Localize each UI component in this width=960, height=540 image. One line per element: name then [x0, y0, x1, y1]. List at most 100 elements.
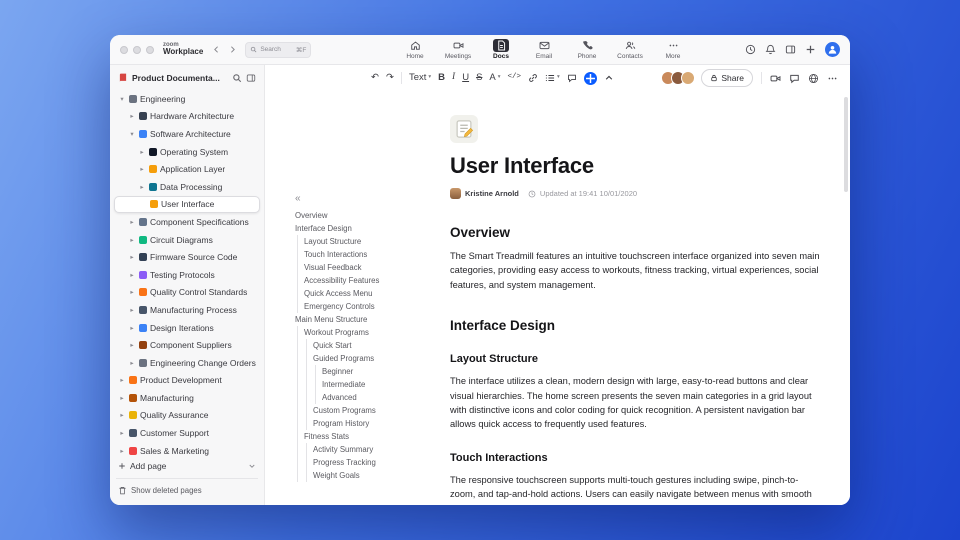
outline-item[interactable]: Beginner: [295, 365, 450, 378]
globe-button[interactable]: [808, 73, 819, 84]
text-color-button[interactable]: A ▾: [489, 73, 500, 83]
tree-item[interactable]: ▸ Customer Support: [114, 424, 260, 442]
outline-item[interactable]: Workout Programs: [295, 326, 450, 339]
nav-tab-email[interactable]: Email: [527, 39, 561, 60]
outline-item[interactable]: Progress Tracking: [295, 456, 450, 469]
text-style-button[interactable]: Text ▾: [409, 73, 431, 83]
tree-item[interactable]: ▸ Product Development: [114, 372, 260, 390]
underline-button[interactable]: U: [462, 73, 469, 83]
tree-item[interactable]: ▸ Data Processing: [114, 178, 260, 196]
show-deleted-pages-button[interactable]: Show deleted pages: [116, 482, 258, 498]
tree-item[interactable]: ▸ Application Layer: [114, 160, 260, 178]
minimize-button[interactable]: [133, 45, 141, 54]
chevron-right-icon[interactable]: ▸: [128, 218, 136, 226]
sidebar-search-icon[interactable]: [232, 73, 242, 83]
nav-tab-meetings[interactable]: Meetings: [441, 39, 475, 60]
doc-emoji-icon[interactable]: [450, 115, 478, 143]
search-input[interactable]: Search ⌘F: [245, 41, 312, 58]
plus-button[interactable]: [805, 44, 816, 55]
chevron-right-icon[interactable]: ▸: [128, 359, 136, 367]
outline-item[interactable]: Intermediate: [295, 378, 450, 391]
outline-item[interactable]: Quick Access Menu: [295, 287, 450, 300]
chevron-right-icon[interactable]: ▸: [118, 376, 126, 384]
maximize-button[interactable]: [146, 45, 154, 54]
tree-item[interactable]: User Interface: [114, 195, 260, 214]
chevron-right-icon[interactable]: ▸: [128, 288, 136, 296]
user-avatar[interactable]: [825, 42, 840, 57]
back-button[interactable]: [212, 45, 221, 54]
outline-item[interactable]: Guided Programs: [295, 352, 450, 365]
chevron-right-icon[interactable]: ▸: [128, 112, 136, 120]
chevron-right-icon[interactable]: ▸: [118, 447, 126, 455]
nav-tab-home[interactable]: Home: [398, 39, 432, 60]
chat-button[interactable]: [789, 73, 800, 84]
chevron-right-icon[interactable]: ▸: [118, 429, 126, 437]
collapse-toolbar-button[interactable]: [604, 73, 614, 83]
collaborator-avatar[interactable]: [681, 71, 696, 85]
chevron-right-icon[interactable]: ▸: [128, 271, 136, 279]
outline-item[interactable]: Layout Structure: [295, 235, 450, 248]
outline-item[interactable]: Custom Programs: [295, 404, 450, 417]
chevron-right-icon[interactable]: ▸: [128, 236, 136, 244]
chevron-right-icon[interactable]: ▸: [128, 253, 136, 261]
bold-button[interactable]: B: [438, 73, 445, 83]
strikethrough-button[interactable]: S: [476, 73, 482, 83]
nav-tab-docs[interactable]: Docs: [484, 39, 518, 60]
tree-item[interactable]: ▸ Operating System: [114, 143, 260, 161]
outline-item[interactable]: Main Menu Structure: [295, 313, 450, 326]
nav-tab-phone[interactable]: Phone: [570, 39, 604, 60]
share-button[interactable]: Share: [701, 69, 753, 87]
bell-button[interactable]: [765, 44, 776, 55]
tree-item[interactable]: ▸ Design Iterations: [114, 319, 260, 337]
tree-item[interactable]: ▸ Circuit Diagrams: [114, 231, 260, 249]
outline-item[interactable]: Overview: [295, 209, 450, 222]
outline-item[interactable]: Touch Interactions: [295, 248, 450, 261]
chevron-right-icon[interactable]: ▸: [128, 341, 136, 349]
undo-button[interactable]: ↶: [371, 73, 379, 83]
chevron-right-icon[interactable]: ▸: [138, 165, 146, 173]
chevron-right-icon[interactable]: ▸: [128, 324, 136, 332]
tree-item[interactable]: ▾ Engineering: [114, 90, 260, 108]
tree-item[interactable]: ▸ Manufacturing: [114, 389, 260, 407]
chevron-right-icon[interactable]: ▸: [138, 148, 146, 156]
chevron-right-icon[interactable]: ▸: [138, 183, 146, 191]
outline-item[interactable]: Quick Start: [295, 339, 450, 352]
outline-item[interactable]: Advanced: [295, 391, 450, 404]
tree-item[interactable]: ▾ Software Architecture: [114, 125, 260, 143]
tree-item[interactable]: ▸ Quality Assurance: [114, 407, 260, 425]
collapse-outline-icon[interactable]: «: [295, 193, 450, 206]
chevron-right-icon[interactable]: ▸: [118, 411, 126, 419]
forward-button[interactable]: [228, 45, 237, 54]
inline-code-button[interactable]: </>: [508, 74, 522, 82]
list-button[interactable]: ▾: [545, 73, 560, 83]
clock-button[interactable]: [745, 44, 756, 55]
add-page-button[interactable]: Add page: [116, 457, 258, 475]
outline-item[interactable]: Activity Summary: [295, 443, 450, 456]
outline-item[interactable]: Emergency Controls: [295, 300, 450, 313]
outline-item[interactable]: Accessibility Features: [295, 274, 450, 287]
tree-item[interactable]: ▸ Quality Control Standards: [114, 284, 260, 302]
chevron-down-icon[interactable]: [248, 462, 256, 470]
tree-item[interactable]: ▸ Manufacturing Process: [114, 301, 260, 319]
tree-item[interactable]: ▸ Component Specifications: [114, 213, 260, 231]
redo-button[interactable]: ↷: [386, 73, 394, 83]
tree-item[interactable]: ▸ Engineering Change Orders: [114, 354, 260, 372]
close-button[interactable]: [120, 45, 128, 54]
tree-item[interactable]: ▸ Sales & Marketing: [114, 442, 260, 456]
link-button[interactable]: [528, 73, 538, 83]
sidebar-collapse-icon[interactable]: [246, 73, 256, 83]
outline-item[interactable]: Fitness Stats: [295, 430, 450, 443]
tree-item[interactable]: ▸ Component Suppliers: [114, 336, 260, 354]
outline-item[interactable]: Weight Goals: [295, 469, 450, 482]
insert-button[interactable]: [583, 71, 597, 85]
panel-button[interactable]: [785, 44, 796, 55]
chevron-down-icon[interactable]: ▾: [118, 95, 126, 103]
doc-scrollbar[interactable]: [844, 97, 848, 192]
outline-item[interactable]: Interface Design: [295, 222, 450, 235]
tree-item[interactable]: ▸ Testing Protocols: [114, 266, 260, 284]
outline-item[interactable]: Program History: [295, 417, 450, 430]
chevron-down-icon[interactable]: ▾: [128, 130, 136, 138]
tree-item[interactable]: ▸ Hardware Architecture: [114, 108, 260, 126]
tree-item[interactable]: ▸ Firmware Source Code: [114, 248, 260, 266]
outline-item[interactable]: Visual Feedback: [295, 261, 450, 274]
